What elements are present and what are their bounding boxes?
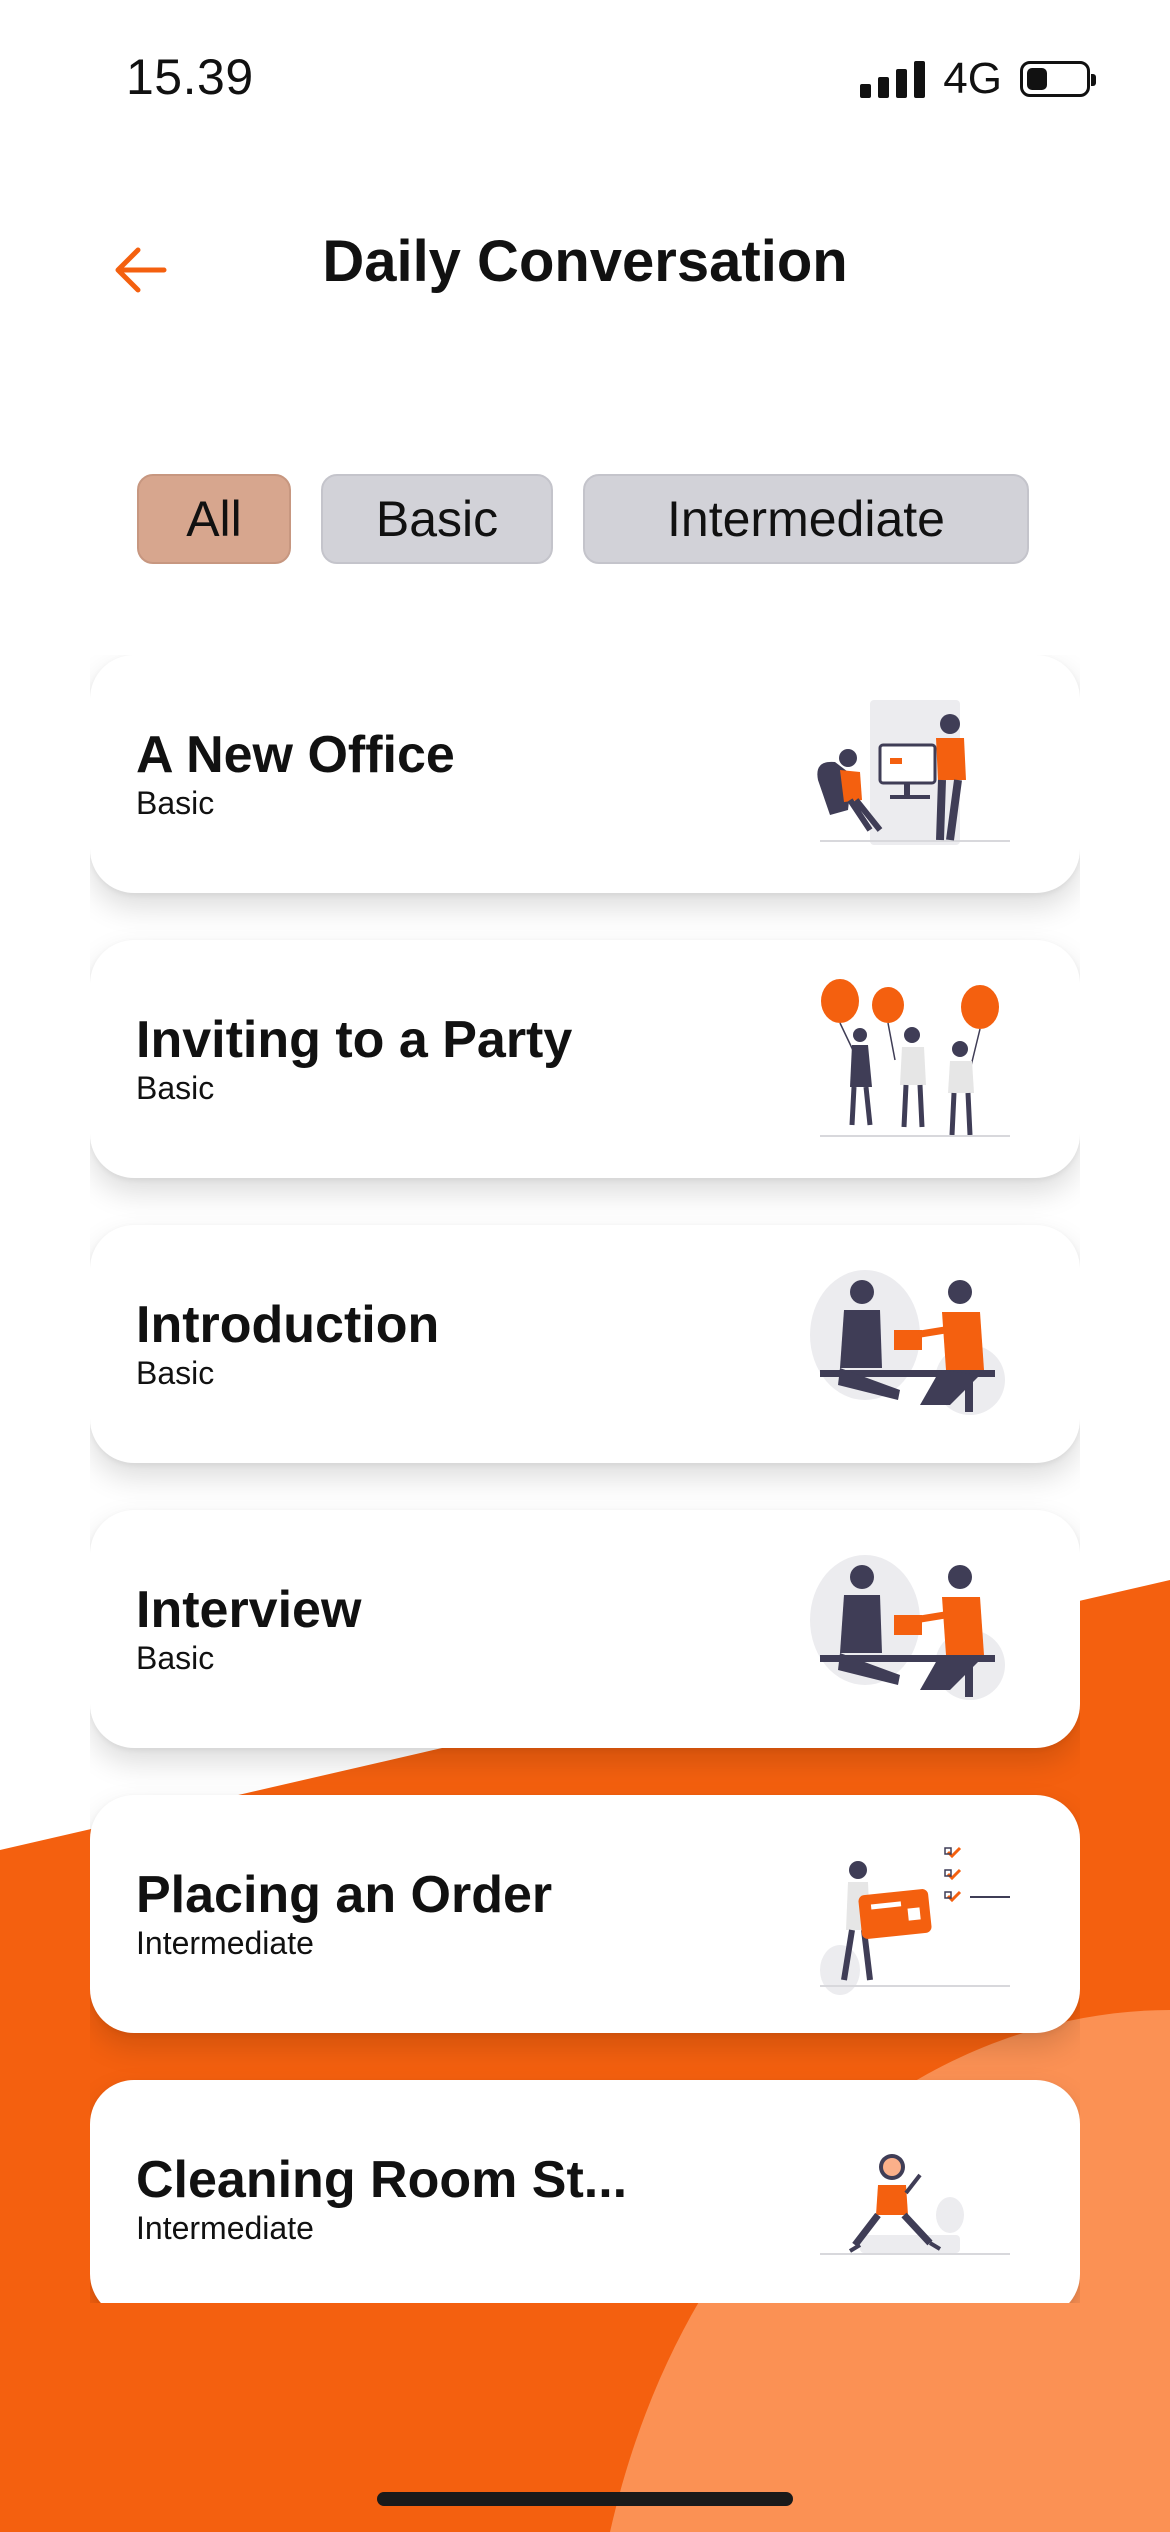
battery-icon xyxy=(1020,61,1096,97)
header: Daily Conversation xyxy=(0,200,1170,340)
status-time: 15.39 xyxy=(126,49,254,105)
network-type: 4G xyxy=(943,54,1002,103)
party-balloons-illustration-icon xyxy=(820,979,1010,1137)
lesson-level: Intermediate xyxy=(136,2210,314,2246)
home-indicator[interactable] xyxy=(377,2492,793,2506)
lesson-level: Basic xyxy=(136,1070,215,1106)
filter-tabs: All Basic Intermediate xyxy=(137,474,1029,564)
status-bar: 15.39 4G xyxy=(0,0,1170,150)
lesson-title: Cleaning Room St... xyxy=(136,2151,628,2209)
handshake-illustration-icon xyxy=(810,1555,1005,1700)
tab-intermediate[interactable]: Intermediate xyxy=(583,474,1029,564)
lesson-card[interactable]: Placing an Order Intermediate xyxy=(90,1795,1080,2033)
lesson-level: Basic xyxy=(136,785,215,821)
handshake-illustration-icon xyxy=(810,1270,1005,1415)
status-indicators: 4G xyxy=(860,54,1096,104)
cleaning-illustration-icon xyxy=(820,2154,1010,2255)
lesson-title: A New Office xyxy=(136,726,455,784)
lesson-card[interactable]: Introduction Basic xyxy=(90,1225,1080,1463)
tab-basic[interactable]: Basic xyxy=(321,474,553,564)
lesson-level: Intermediate xyxy=(136,1925,314,1961)
lesson-level: Basic xyxy=(136,1640,215,1676)
lesson-title: Introduction xyxy=(136,1296,440,1354)
lesson-card[interactable]: Interview Basic xyxy=(90,1510,1080,1748)
page-title: Daily Conversation xyxy=(322,229,848,294)
office-illustration-icon xyxy=(817,700,1010,845)
order-card-illustration-icon xyxy=(820,1846,1010,1995)
lesson-title: Placing an Order xyxy=(136,1866,553,1924)
lesson-card[interactable]: Cleaning Room St... Intermediate xyxy=(90,2080,1080,2303)
lesson-card[interactable]: A New Office Basic xyxy=(90,655,1080,893)
lesson-title: Inviting to a Party xyxy=(136,1011,573,1069)
lesson-title: Interview xyxy=(136,1581,362,1639)
lesson-level: Basic xyxy=(136,1355,215,1391)
tab-all[interactable]: All xyxy=(137,474,291,564)
lesson-list: A New Office Basic Inviting to a Party B… xyxy=(90,655,1080,2303)
signal-icon xyxy=(860,60,926,98)
lesson-card[interactable]: Inviting to a Party Basic xyxy=(90,940,1080,1178)
